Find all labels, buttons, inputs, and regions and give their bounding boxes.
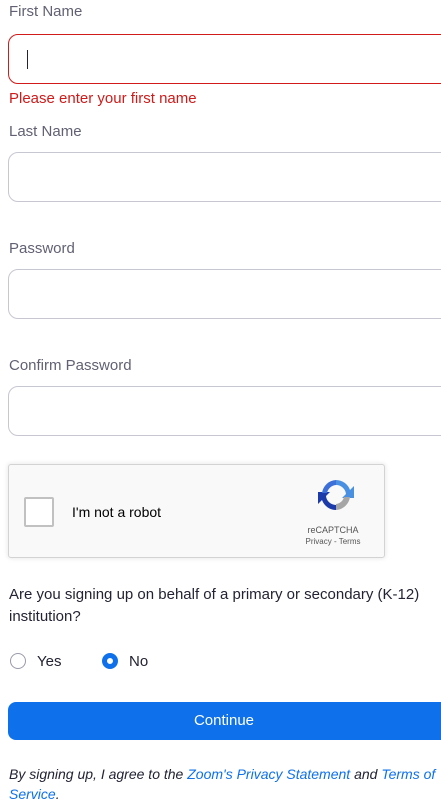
continue-button[interactable]: Continue <box>8 702 441 740</box>
yes-radio-label: Yes <box>37 652 62 670</box>
confirm-password-label: Confirm Password <box>9 357 132 374</box>
recaptcha-widget: I'm not a robot reCAPTCHA Privacy - Term… <box>8 464 385 558</box>
k12-question: Are you signing up on behalf of a primar… <box>9 586 420 625</box>
first-name-input[interactable] <box>8 34 441 84</box>
terms-middle: and <box>350 766 382 782</box>
recaptcha-brand: reCAPTCHA <box>307 525 359 535</box>
k12-option-yes[interactable]: Yes <box>10 651 61 671</box>
privacy-statement-link[interactable]: Zoom's Privacy Statement <box>187 766 350 782</box>
terms-prefix: By signing up, I agree to the <box>9 766 188 782</box>
terms-notice: By signing up, I agree to the Zoom's Pri… <box>9 764 439 804</box>
text-caret <box>27 50 28 69</box>
recaptcha-privacy-terms-links[interactable]: Privacy - Terms <box>287 537 379 547</box>
yes-radio[interactable] <box>10 653 26 669</box>
last-name-label: Last Name <box>9 123 82 140</box>
no-radio[interactable] <box>102 653 118 669</box>
password-input[interactable] <box>8 269 441 319</box>
last-name-input[interactable] <box>8 152 441 202</box>
confirm-password-input[interactable] <box>8 386 441 436</box>
k12-option-no[interactable]: No <box>102 651 148 671</box>
first-name-label: First Name <box>9 3 83 20</box>
recaptcha-logo-icon <box>318 480 354 510</box>
no-radio-label: No <box>129 652 149 670</box>
password-label: Password <box>9 240 75 257</box>
signup-form: First Name Please enter your first name … <box>0 0 441 807</box>
recaptcha-label: I'm not a robot <box>72 504 162 520</box>
terms-suffix: . <box>55 786 60 802</box>
first-name-error: Please enter your first name <box>9 90 197 107</box>
recaptcha-checkbox[interactable] <box>24 497 54 527</box>
